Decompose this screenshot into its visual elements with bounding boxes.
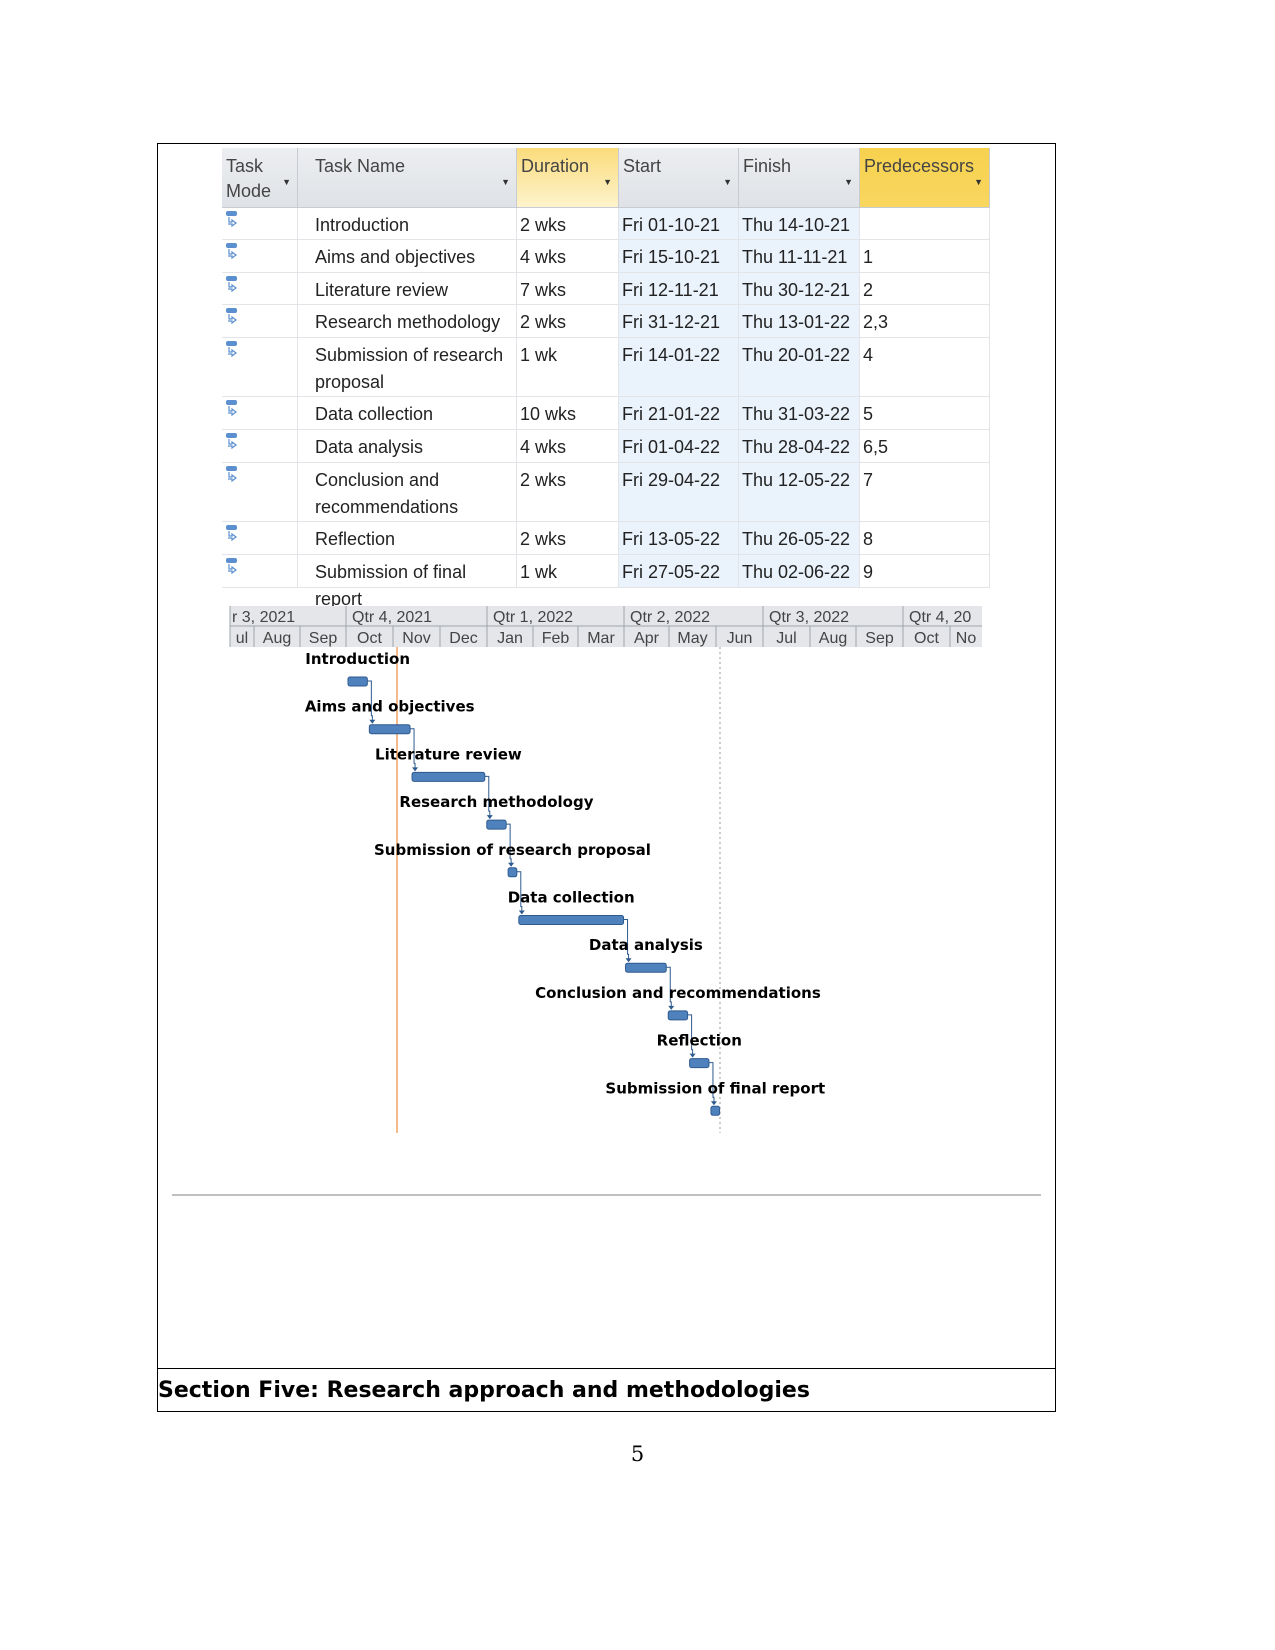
gantt-task-label: Submission of research proposal — [374, 841, 651, 859]
arrow-head — [625, 958, 632, 963]
month-label: Jun — [727, 630, 753, 647]
arrow-head — [486, 815, 493, 820]
gantt-task-label: Conclusion and recommendations — [535, 984, 821, 1002]
gantt-task-label: Submission of final report — [605, 1079, 825, 1097]
gantt-task-label: Research methodology — [399, 793, 593, 811]
quarter-label: r 3, 2021 — [232, 609, 295, 626]
document-page: Task Mode ▼ Task Name ▼ Duration ▼ Start ▼ F… — [0, 0, 1275, 1650]
gantt-bar — [667, 1010, 689, 1021]
quarter-label: Qtr 4, 20 — [909, 609, 971, 626]
month-label: Sep — [865, 630, 894, 647]
divider — [157, 1368, 1055, 1369]
quarter-label: Qtr 2, 2022 — [630, 609, 710, 626]
gantt-task-label: Aims and objectives — [305, 698, 475, 716]
arrow-head — [369, 719, 376, 724]
month-label: Sep — [309, 630, 338, 647]
arrow-head — [668, 1005, 675, 1010]
gantt-bar — [368, 724, 411, 735]
gantt-bar — [507, 867, 518, 878]
month-label: Feb — [542, 630, 570, 647]
gantt-task-label: Data collection — [508, 889, 635, 907]
arrow-head — [710, 1101, 717, 1106]
gantt-bar — [486, 819, 507, 830]
month-label: Mar — [587, 630, 615, 647]
month-label: Nov — [402, 630, 430, 647]
arrow-head — [412, 767, 419, 772]
arrow-head — [689, 1053, 696, 1058]
gantt-bar — [347, 676, 368, 687]
gantt-chart: r 3, 2021 Qtr 4, 2021 Qtr 1, 2022 Qtr 2, 20… — [172, 606, 1041, 1196]
month-label: Apr — [634, 630, 660, 647]
month-label: May — [677, 630, 707, 647]
month-label: Aug — [263, 630, 291, 647]
gantt-task-label: Introduction — [305, 650, 410, 668]
gantt-task-label: Reflection — [657, 1032, 742, 1050]
month-label: Aug — [819, 630, 847, 647]
gantt-bar — [689, 1058, 710, 1069]
arrow-head — [508, 862, 515, 867]
gantt-bar — [411, 771, 486, 782]
month-label: Jul — [776, 630, 796, 647]
month-label: Oct — [914, 630, 939, 647]
month-label: ul — [236, 630, 248, 647]
gantt-bar — [518, 915, 625, 925]
month-label: No — [956, 630, 977, 647]
month-label: Dec — [449, 630, 477, 647]
month-label: Oct — [357, 630, 382, 647]
month-label: Jan — [497, 630, 523, 647]
arrow-head — [518, 910, 525, 915]
section-heading: Section Five: Research approach and meth… — [158, 1378, 810, 1403]
gantt-bar — [710, 1105, 721, 1116]
quarter-label: Qtr 4, 2021 — [352, 609, 432, 626]
gantt-task-label: Literature review — [375, 745, 522, 763]
quarter-label: Qtr 3, 2022 — [769, 609, 849, 626]
gantt-task-label: Data analysis — [589, 936, 703, 954]
quarter-label: Qtr 1, 2022 — [493, 609, 573, 626]
gantt-bar — [625, 962, 667, 973]
page-number: 5 — [630, 1442, 645, 1466]
